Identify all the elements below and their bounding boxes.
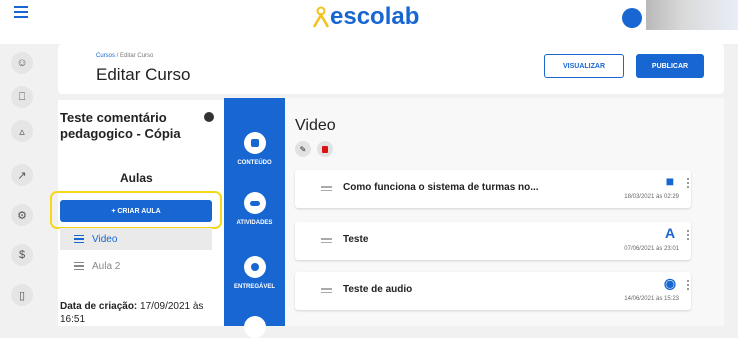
create-lesson-button[interactable]: + CRIAR AULA [60, 200, 212, 222]
content-item-date: 14/06/2021 às 15:23 [624, 296, 679, 302]
lesson-label: Aula 2 [92, 260, 121, 272]
top-bar: escolab [0, 0, 738, 44]
tool-label: ATIVIDADES [236, 220, 273, 226]
tool-activities[interactable]: ATIVIDADES [224, 192, 285, 226]
tool-more[interactable] [224, 316, 285, 338]
logo-text: escolab [330, 3, 420, 30]
drag-handle-icon [74, 260, 84, 273]
graduation-cap-icon[interactable]: ▵ [11, 120, 33, 142]
tool-content[interactable]: CONTEÚDO [224, 132, 285, 166]
text-icon: A [664, 225, 676, 241]
tool-label: ENTREGÁVEL [233, 284, 275, 290]
content-icon [243, 132, 266, 154]
tool-label: CONTEÚDO [237, 160, 272, 166]
gear-icon[interactable] [204, 112, 214, 122]
menu-icon[interactable] [14, 6, 28, 18]
content-item-date: 07/06/2021 às 23:01 [624, 246, 679, 252]
deliverable-icon [243, 256, 266, 278]
more-options-icon[interactable] [687, 178, 689, 190]
content-item-title: Teste [343, 234, 369, 245]
mobile-icon[interactable]: ▯ [11, 284, 33, 306]
drag-handle-icon[interactable] [321, 238, 332, 245]
content-item-title: Como funciona o sistema de turmas no... [343, 182, 539, 193]
drag-handle-icon[interactable] [321, 288, 332, 295]
drag-handle-icon [74, 233, 84, 246]
activities-icon [243, 192, 266, 214]
breadcrumb: Cursos / Editar Curso [96, 53, 153, 59]
page-header: Cursos / Editar Curso Editar Curso VISUA… [58, 44, 724, 94]
more-options-icon[interactable] [687, 230, 689, 242]
edit-icon[interactable]: ✎ [295, 141, 311, 157]
created-label: Data de criação: [60, 301, 138, 312]
chart-icon[interactable]: ↗ [11, 164, 33, 186]
drag-handle-icon[interactable] [321, 186, 332, 193]
money-icon[interactable]: $ [11, 244, 33, 266]
bell-icon[interactable] [622, 8, 642, 28]
created-date: Data de criação: 17/09/2021 às 16:51 [60, 300, 210, 326]
inbox-icon[interactable]: ⎕ [11, 86, 33, 108]
more-options-icon[interactable] [687, 280, 689, 292]
settings-icon[interactable]: ⚙ [11, 204, 33, 226]
page-title: Editar Curso [96, 65, 191, 84]
preview-button[interactable]: VISUALIZAR [544, 54, 624, 78]
breadcrumb-current: Editar Curso [120, 53, 154, 59]
breadcrumb-link[interactable]: Cursos [96, 53, 115, 59]
content-item-date: 18/03/2021 às 02:29 [624, 194, 679, 200]
more-tool-icon [243, 316, 266, 338]
logo-figure-icon [312, 6, 330, 28]
lesson-item-aula-2[interactable]: Aula 2 [60, 255, 212, 277]
trash-icon[interactable] [317, 141, 333, 157]
lessons-heading: Aulas [120, 171, 153, 185]
video-camera-icon: ■ [665, 173, 675, 189]
content-item[interactable]: Como funciona o sistema de turmas no... … [295, 170, 691, 208]
course-title: Teste comentário pedagogico - Cópia [60, 110, 181, 141]
publish-button[interactable]: PUBLICAR [636, 54, 704, 78]
logo: escolab [312, 0, 419, 34]
content-item-title: Teste de audio [343, 284, 413, 295]
podcast-icon: ◉ [663, 275, 677, 291]
content-item[interactable]: Teste A 07/06/2021 às 23:01 [295, 222, 691, 260]
lesson-item-video[interactable]: Video [60, 228, 212, 250]
tool-deliverable[interactable]: ENTREGÁVEL [224, 256, 285, 290]
user-icon[interactable]: ☺ [11, 52, 33, 74]
tools-rail: CONTEÚDO ATIVIDADES ENTREGÁVEL [224, 98, 285, 338]
content-item[interactable]: Teste de audio ◉ 14/06/2021 às 15:23 [295, 272, 691, 310]
lesson-content: Video ✎ Como funciona o sistema de turma… [285, 98, 724, 326]
course-panel: Teste comentário pedagogico - Cópia Aula… [50, 100, 224, 326]
left-rail: ☺ ⎕ ▵ ↗ ⚙ $ ▯ [0, 44, 44, 326]
user-avatar[interactable] [646, 0, 738, 30]
lesson-title: Video [295, 117, 336, 134]
lesson-label: Video [92, 233, 118, 245]
